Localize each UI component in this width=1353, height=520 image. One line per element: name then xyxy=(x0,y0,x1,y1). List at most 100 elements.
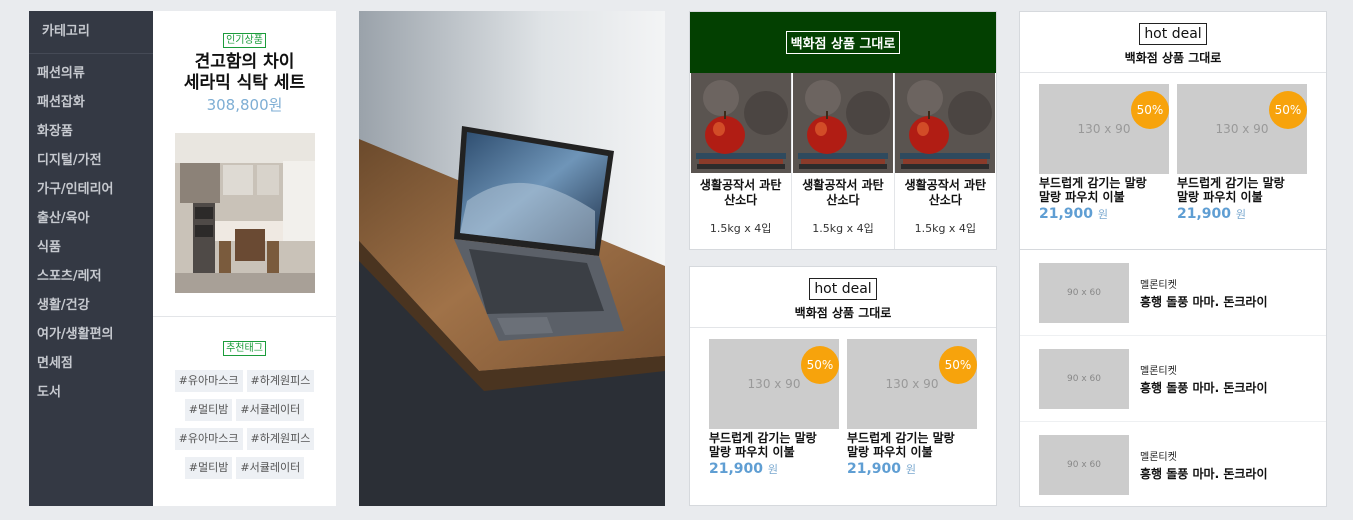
item-name-line1: 생활공작서 과탄 xyxy=(699,178,782,192)
category-item-books[interactable]: 도서 xyxy=(29,378,153,407)
discount-badge: 50% xyxy=(1269,91,1307,129)
recommended-tags-section: 추천태그 #유아마스크 #하계원피스 #멀티밤 #서큘레이터 #유아마스크 #하계원피… xyxy=(153,317,336,482)
dept-store-item[interactable]: 생활공작서 과탄 산소다 1.5kg x 4입 xyxy=(895,73,996,249)
deal-name: 부드럽게 감기는 말랑 말랑 파우치 이불 xyxy=(1039,176,1169,204)
hot-product-name: 견고함의 차이 세라믹 식탁 세트 xyxy=(153,52,336,94)
deal-image: 130 x 90 50% xyxy=(847,339,977,429)
laptop-photo xyxy=(359,11,665,506)
dept-store-panel: 백화점 상품 그대로 생활공작서 과탄 산소다 1.5kg x 4입 생활공작서… xyxy=(689,11,997,250)
deal-image: 130 x 90 50% xyxy=(709,339,839,429)
price-value: 21,900 xyxy=(709,461,764,477)
tag-item[interactable]: #하계원피스 xyxy=(246,428,315,450)
dept-store-item-weight: 1.5kg x 4입 xyxy=(914,222,977,235)
deal-price: 21,900 원 xyxy=(1177,206,1307,222)
item-name-line2: 산소다 xyxy=(826,193,860,207)
dept-store-item[interactable]: 생활공작서 과탄 산소다 1.5kg x 4입 xyxy=(690,73,793,249)
item-name-line1: 생활공작서 과탄 xyxy=(904,178,987,192)
ticket-title: 흥행 돌풍 마마. 돈크라이 xyxy=(1140,294,1268,309)
ticket-title: 흥행 돌풍 마마. 돈크라이 xyxy=(1140,380,1268,395)
item-name-line2: 산소다 xyxy=(724,193,758,207)
deal-name: 부드럽게 감기는 말랑 말랑 파우치 이불 xyxy=(847,431,977,459)
deal-name-line2: 말랑 파우치 이불 xyxy=(709,445,795,459)
category-item-sports[interactable]: 스포츠/레저 xyxy=(29,262,153,291)
ticket-text: 멜론티켓 흥행 돌풍 마마. 돈크라이 xyxy=(1140,276,1268,310)
deal-name: 부드럽게 감기는 말랑 말랑 파우치 이불 xyxy=(1177,176,1307,204)
category-item-fashion[interactable]: 패션의류 xyxy=(29,59,153,88)
hot-deal-panel-b: hot deal 백화점 상품 그대로 130 x 90 50% 부드럽게 감기… xyxy=(1019,11,1327,250)
deal-name-line1: 부드럽게 감기는 말랑 xyxy=(709,431,817,445)
ticket-category: 멜론티켓 xyxy=(1140,452,1177,463)
ticket-item[interactable]: 90 x 60 멜론티켓 흥행 돌풍 마마. 돈크라이 xyxy=(1020,250,1326,336)
category-item-food[interactable]: 식품 xyxy=(29,233,153,262)
hot-product-price: 308,800원 xyxy=(206,96,283,114)
ticket-category: 멜론티켓 xyxy=(1140,279,1177,291)
category-list: 패션의류 패션잡화 화장품 디지털/가전 가구/인테리어 출산/육아 식품 스포… xyxy=(29,54,153,407)
dept-store-item-weight: 1.5kg x 4입 xyxy=(709,222,772,235)
item-name-line1: 생활공작서 과탄 xyxy=(802,178,884,192)
price-value: 21,900 xyxy=(847,461,902,477)
dept-store-item-weight: 1.5kg x 4입 xyxy=(812,222,874,235)
ticket-image-placeholder: 90 x 60 xyxy=(1039,262,1129,323)
category-item-health[interactable]: 생활/건강 xyxy=(29,291,153,320)
price-value: 21,900 xyxy=(1039,206,1094,222)
price-unit: 원 xyxy=(767,463,779,476)
dept-store-item[interactable]: 생활공작서 과탄 산소다 1.5kg x 4입 xyxy=(792,73,895,249)
category-item-dutyfree[interactable]: 면세점 xyxy=(29,349,153,378)
deal-price: 21,900 원 xyxy=(847,461,977,477)
price-unit: 원 xyxy=(1235,208,1247,221)
apple-photo xyxy=(792,73,893,173)
discount-badge: 50% xyxy=(939,346,977,384)
dept-store-title: 백화점 상품 그대로 xyxy=(785,31,901,54)
tag-item[interactable]: #서큘레이터 xyxy=(236,399,305,421)
deal-name-line2: 말랑 파우치 이불 xyxy=(1039,190,1125,204)
deal-item[interactable]: 130 x 90 50% 부드럽게 감기는 말랑 말랑 파우치 이불 21,90… xyxy=(709,339,839,477)
category-item-cosmetics[interactable]: 화장품 xyxy=(29,117,153,146)
dept-store-header: 백화점 상품 그대로 xyxy=(690,12,996,73)
tag-list: #유아마스크 #하계원피스 #멀티밤 #서큘레이터 #유아마스크 #하계원피스 #멀티… xyxy=(153,366,336,482)
hot-deal-header: hot deal 백화점 상품 그대로 xyxy=(690,267,996,328)
featured-column: 인기상품 견고함의 차이 세라믹 식탁 세트 308,800원 추천태그 #유아… xyxy=(153,11,336,506)
deal-item[interactable]: 130 x 90 50% 부드럽게 감기는 말랑 말랑 파우치 이불 21,90… xyxy=(847,339,977,477)
dept-store-item-name: 생활공작서 과탄 산소다 xyxy=(690,178,791,208)
ticket-item[interactable]: 90 x 60 멜론티켓 흥행 돌풍 마마. 돈크라이 xyxy=(1020,422,1326,506)
hot-product[interactable]: 인기상품 견고함의 차이 세라믹 식탁 세트 308,800원 xyxy=(153,11,336,317)
recommended-badge: 추천태그 xyxy=(223,341,266,356)
hot-product-name-line2: 세라믹 식탁 세트 xyxy=(183,73,306,93)
hot-product-name-line1: 견고함의 차이 xyxy=(194,52,295,72)
deal-price: 21,900 원 xyxy=(1039,206,1169,222)
deal-name-line2: 말랑 파우치 이불 xyxy=(1177,190,1263,204)
category-sidebar: 카테고리 패션의류 패션잡화 화장품 디지털/가전 가구/인테리어 출산/육아 … xyxy=(29,11,153,506)
hot-deal-header: hot deal 백화점 상품 그대로 xyxy=(1020,12,1326,73)
ticket-image-placeholder: 90 x 60 xyxy=(1039,348,1129,409)
apple-photo xyxy=(690,73,791,173)
hot-deal-subtitle: 백화점 상품 그대로 xyxy=(1124,51,1222,65)
tag-item[interactable]: #멀티밤 xyxy=(184,399,233,421)
ticket-text: 멜론티켓 흥행 돌풍 마마. 돈크라이 xyxy=(1140,362,1268,396)
category-item-furniture[interactable]: 가구/인테리어 xyxy=(29,175,153,204)
item-name-line2: 산소다 xyxy=(928,193,962,207)
tag-item[interactable]: #유아마스크 xyxy=(174,428,243,450)
tag-item[interactable]: #멀티밤 xyxy=(184,457,233,479)
category-item-baby[interactable]: 출산/육아 xyxy=(29,204,153,233)
ticket-text: 멜론티켓 흥행 돌풍 마마. 돈크라이 xyxy=(1140,448,1268,482)
hot-deal-badge: hot deal xyxy=(809,278,877,300)
tag-item[interactable]: #유아마스크 xyxy=(174,370,243,392)
deal-name: 부드럽게 감기는 말랑 말랑 파우치 이불 xyxy=(709,431,839,459)
ticket-title: 흥행 돌풍 마마. 돈크라이 xyxy=(1140,467,1268,481)
price-unit: 원 xyxy=(905,463,917,476)
dept-store-item-name: 생활공작서 과탄 산소다 xyxy=(895,178,996,208)
laptop-banner[interactable] xyxy=(359,11,665,506)
ticket-list-panel: 90 x 60 멜론티켓 흥행 돌풍 마마. 돈크라이 90 x 60 멜론티켓… xyxy=(1019,250,1327,507)
category-item-digital[interactable]: 디지털/가전 xyxy=(29,146,153,175)
kitchen-photo[interactable] xyxy=(174,133,315,293)
ticket-category: 멜론티켓 xyxy=(1140,365,1177,377)
tag-item[interactable]: #서큘레이터 xyxy=(236,457,305,479)
deal-item[interactable]: 130 x 90 50% 부드럽게 감기는 말랑 말랑 파우치 이불 21,90… xyxy=(1177,84,1307,222)
category-item-leisure[interactable]: 여가/생활편의 xyxy=(29,320,153,349)
deal-item[interactable]: 130 x 90 50% 부드럽게 감기는 말랑 말랑 파우치 이불 21,90… xyxy=(1039,84,1169,222)
category-item-accessories[interactable]: 패션잡화 xyxy=(29,88,153,117)
ticket-item[interactable]: 90 x 60 멜론티켓 흥행 돌풍 마마. 돈크라이 xyxy=(1020,336,1326,422)
hot-deal-panel-a: hot deal 백화점 상품 그대로 130 x 90 50% 부드럽게 감기… xyxy=(689,266,997,506)
discount-badge: 50% xyxy=(801,346,839,384)
tag-item[interactable]: #하계원피스 xyxy=(246,370,315,392)
